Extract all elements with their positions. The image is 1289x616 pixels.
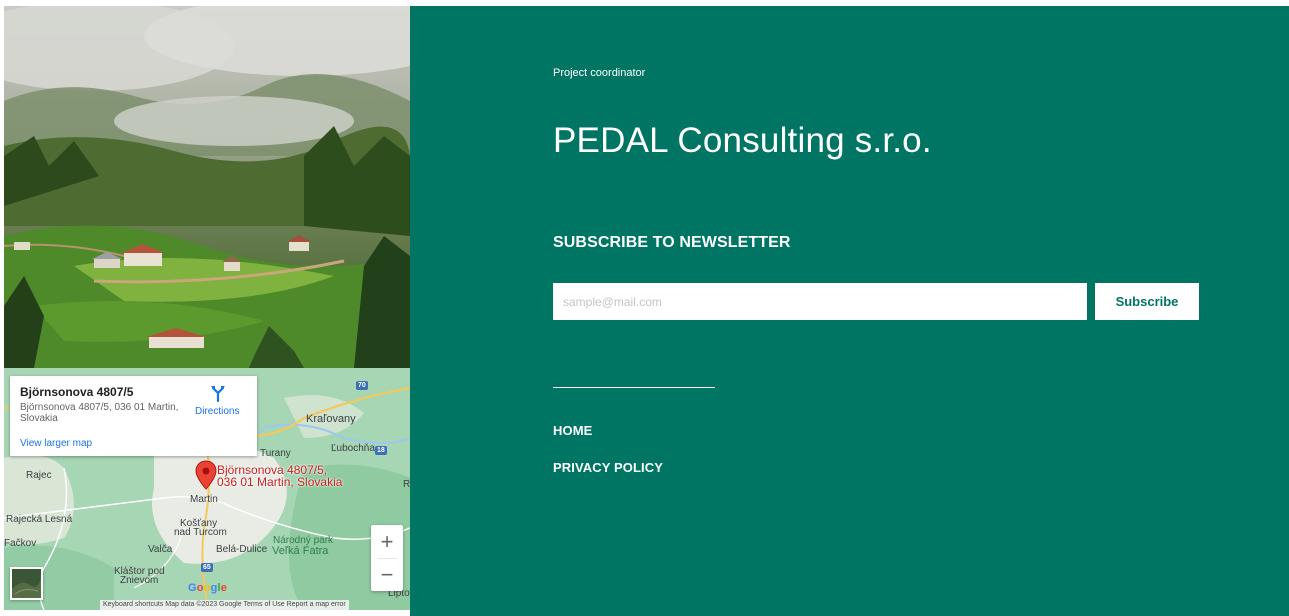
google-letter: e (220, 582, 228, 594)
satellite-toggle[interactable] (10, 567, 43, 600)
map-pin-icon[interactable] (195, 460, 217, 490)
embedded-map[interactable]: Kraľovany Turany Ľubochňa Rajec Martin R… (4, 368, 410, 610)
google-letter: o (203, 582, 211, 594)
map-info-card: Björnsonova 4807/5 Björnsonova 4807/5, 0… (10, 376, 257, 456)
place-martin: Martin (190, 494, 218, 505)
footer-panel: Project coordinator PEDAL Consulting s.r… (410, 6, 1289, 616)
place-park-2: Veľká Fatra (272, 545, 329, 557)
satellite-thumbnail-icon (12, 569, 41, 598)
directions-icon[interactable] (210, 384, 226, 402)
map-place-title: Björnsonova 4807/5 (20, 385, 134, 399)
google-letter: G (188, 582, 197, 594)
road-shield-70: 70 (356, 381, 368, 390)
newsletter-heading: SUBSCRIBE TO NEWSLETTER (553, 234, 791, 251)
google-letter: o (196, 582, 204, 594)
pin-address-label: Björnsonova 4807/5, 036 01 Martin, Slova… (217, 464, 342, 488)
newsletter-email-input[interactable] (553, 283, 1087, 320)
pin-label-line2: 036 01 Martin, Slovakia (217, 475, 343, 489)
zoom-control: + − (371, 525, 403, 591)
subscribe-button[interactable]: Subscribe (1095, 283, 1199, 320)
google-logo: Google (188, 582, 227, 594)
place-r-edge: R (403, 479, 410, 490)
company-name: PEDAL Consulting s.r.o. (553, 121, 932, 160)
zoom-in-button[interactable]: + (371, 525, 403, 558)
place-rajec: Rajec (26, 470, 52, 481)
map-place-address: Björnsonova 4807/5, 036 01 Martin, Slova… (20, 402, 179, 424)
directions-link[interactable]: Directions (195, 406, 239, 417)
place-turany: Turany (260, 448, 291, 459)
place-klastor-2: Znievom (120, 575, 159, 586)
zoom-out-button[interactable]: − (371, 558, 403, 591)
place-kostany-2: nad Turcom (174, 527, 227, 538)
road-shield-65: 65 (201, 563, 213, 572)
left-column: Kraľovany Turany Ľubochňa Rajec Martin R… (4, 6, 410, 610)
place-lubochna: Ľubochňa (331, 443, 375, 454)
project-coordinator-label: Project coordinator (553, 67, 646, 79)
place-rajecka-lesna: Rajecká Lesná (6, 514, 73, 525)
place-kralovany: Kraľovany (306, 413, 356, 425)
section-divider (553, 387, 715, 388)
place-fackov: Fačkov (4, 538, 37, 549)
page: Kraľovany Turany Ľubochňa Rajec Martin R… (0, 0, 1289, 616)
view-larger-map-link[interactable]: View larger map (20, 438, 92, 449)
nav-link-privacy-policy[interactable]: PRIVACY POLICY (553, 460, 663, 475)
landscape-photo (4, 6, 410, 368)
google-letter: g (210, 582, 218, 594)
road-shield-18: 18 (375, 446, 387, 455)
place-bela-dulice: Belá-Dulice (216, 544, 268, 555)
place-valca: Valča (148, 544, 173, 555)
map-attribution-bar[interactable]: Keyboard shortcuts Map data ©2023 Google… (100, 600, 349, 610)
nav-link-home[interactable]: HOME (553, 423, 592, 438)
